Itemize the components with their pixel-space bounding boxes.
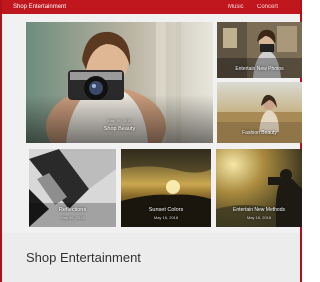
tile-caption: Fashion Beauty bbox=[242, 130, 277, 136]
tile-date: May 16, 2018 bbox=[107, 118, 132, 123]
app-frame: Shop Entertainment Music Concert May 16,… bbox=[0, 0, 302, 282]
top-bar: Shop Entertainment Music Concert bbox=[2, 0, 300, 14]
feature-tile-fashion-beauty[interactable]: Fashion Beauty bbox=[217, 82, 302, 143]
tile-caption: Entertain New Methods bbox=[233, 207, 285, 213]
feature-tile-shop-beauty[interactable]: May 16, 2018 Shop Beauty bbox=[26, 22, 213, 143]
tile-date: May 16, 2018 bbox=[246, 215, 272, 220]
footer-title: Shop Entertainment bbox=[26, 250, 141, 265]
tile-caption: Sunset Colors bbox=[148, 207, 184, 213]
footer: Shop Entertainment bbox=[2, 233, 300, 282]
feature-tile-sunset-colors[interactable]: Sunset Colors May 16, 2018 bbox=[121, 149, 211, 227]
tile-caption: Entertain New Photos bbox=[235, 66, 284, 72]
feature-tile-entertain-new-photos[interactable]: Entertain New Photos bbox=[217, 22, 302, 78]
photographer-image bbox=[26, 22, 213, 143]
tile-date: May 16, 2018 bbox=[60, 215, 85, 220]
tile-date: May 16, 2018 bbox=[153, 215, 179, 220]
nav-link-concert[interactable]: Concert bbox=[257, 0, 278, 14]
feature-tile-reflections[interactable]: Reflections May 16, 2018 bbox=[29, 149, 116, 227]
feature-tile-entertain-new-methods[interactable]: Entertain New Methods May 16, 2018 bbox=[216, 149, 302, 227]
tile-caption: Shop Beauty bbox=[103, 126, 136, 132]
nav-link-music[interactable]: Music bbox=[228, 0, 244, 14]
tile-caption: Reflections bbox=[58, 207, 87, 213]
site-title[interactable]: Shop Entertainment bbox=[13, 0, 66, 14]
